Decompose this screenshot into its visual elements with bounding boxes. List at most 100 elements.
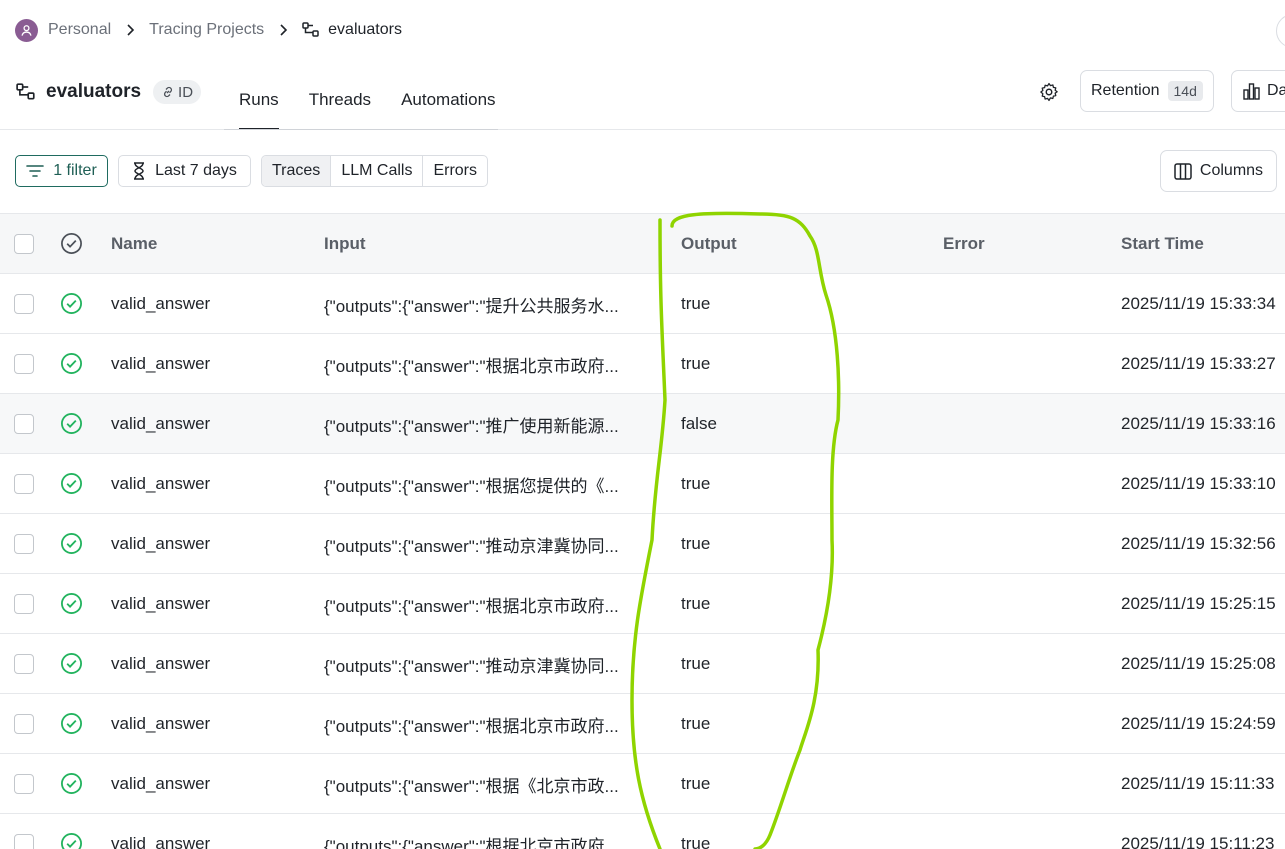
segment-errors[interactable]: Errors [422,156,487,186]
user-menu-button[interactable] [1276,14,1285,48]
run-name-cell: valid_answer [111,534,211,553]
time-range-button[interactable]: Last 7 days [118,155,251,187]
column-header-start-time[interactable]: Start Time [1121,214,1204,274]
select-all-checkbox[interactable] [14,234,34,254]
table-row[interactable]: valid_answer {"outputs":{"answer":"推动京津冀… [0,514,1285,574]
run-error-cell [943,454,1093,514]
table-row[interactable]: valid_answer {"outputs":{"answer":"根据北京市… [0,694,1285,754]
run-error-cell [943,394,1093,454]
run-error-cell [943,754,1093,814]
run-type-segmented-control: Traces LLM Calls Errors [261,155,489,187]
check-circle-icon [61,773,82,794]
table-row[interactable]: valid_answer {"outputs":{"answer":"根据您提供… [0,454,1285,514]
run-input-cell: {"outputs":{"answer":"根据北京市政府... [324,694,652,754]
table-body: valid_answer {"outputs":{"answer":"提升公共服… [0,274,1285,849]
table-row[interactable]: valid_answer {"outputs":{"answer":"提升公共服… [0,274,1285,334]
run-input-cell: {"outputs":{"answer":"推动京津冀协同... [324,634,652,694]
table-row[interactable]: valid_answer {"outputs":{"answer":"根据北京市… [0,334,1285,394]
retention-label: Retention [1091,82,1160,99]
breadcrumb-personal[interactable]: Personal [48,21,111,39]
dashboard-button[interactable]: Da [1231,70,1285,112]
run-output-cell: false [681,414,717,433]
table-row[interactable]: valid_answer {"outputs":{"answer":"根据北京市… [0,574,1285,634]
tabs-divider [224,129,498,130]
run-start-time-cell: 2025/11/19 15:24:59 [1121,714,1276,733]
user-avatar-icon[interactable] [15,18,38,42]
breadcrumb-evaluators: evaluators [328,21,402,38]
run-input-cell: {"outputs":{"answer":"根据北京市政府... [324,574,652,634]
run-input-cell: {"outputs":{"answer":"提升公共服务水... [324,274,652,334]
run-start-time-cell: 2025/11/19 15:33:10 [1121,474,1276,493]
breadcrumb-current: evaluators [302,21,402,39]
run-output-cell: true [681,834,711,849]
run-input-text: {"outputs":{"answer":"推广使用新能源... [324,416,619,436]
column-header-name[interactable]: Name [111,214,157,274]
tab-runs[interactable]: Runs [224,70,294,130]
row-checkbox[interactable] [14,534,34,554]
row-checkbox[interactable] [14,414,34,434]
run-start-time-cell: 2025/11/19 15:33:34 [1121,294,1276,313]
column-header-input[interactable]: Input [324,214,366,274]
row-checkbox[interactable] [14,474,34,494]
tab-threads[interactable]: Threads [294,70,386,130]
breadcrumb-tracing-projects[interactable]: Tracing Projects [149,21,264,39]
run-input-text: {"outputs":{"answer":"根据北京市政府... [324,356,619,376]
table-header: Name Input Output Error Start Time [0,213,1285,274]
run-error-cell [943,694,1093,754]
row-checkbox[interactable] [14,774,34,794]
retention-badge: 14d [1167,81,1203,101]
check-circle-icon [61,413,82,434]
column-header-error[interactable]: Error [943,214,985,274]
run-input-cell: {"outputs":{"answer":"推广使用新能源... [324,394,652,454]
segment-llm-calls[interactable]: LLM Calls [330,156,422,186]
table-row[interactable]: valid_answer {"outputs":{"answer":"推广使用新… [0,394,1285,454]
bar-chart-icon [1243,82,1260,100]
retention-button[interactable]: Retention 14d [1080,70,1214,112]
runs-table: Name Input Output Error Start Time valid… [0,213,1285,849]
time-range-label: Last 7 days [155,162,237,179]
project-tabs: Runs Threads Automations [224,70,511,130]
columns-button[interactable]: Columns [1160,150,1277,192]
run-output-cell: true [681,354,711,373]
row-checkbox[interactable] [14,354,34,374]
run-input-text: {"outputs":{"answer":"推动京津冀协同... [324,656,619,676]
run-name-cell: valid_answer [111,654,211,673]
run-input-text: {"outputs":{"answer":"根据北京市政府... [324,716,619,736]
tab-automations[interactable]: Automations [386,70,511,130]
run-start-time-cell: 2025/11/19 15:32:56 [1121,534,1276,553]
run-output-cell: true [681,774,711,793]
run-input-cell: {"outputs":{"answer":"根据北京市政府... [324,334,652,394]
row-checkbox[interactable] [14,714,34,734]
table-row[interactable]: valid_answer {"outputs":{"answer":"推动京津冀… [0,634,1285,694]
run-output-cell: true [681,534,711,553]
id-label: ID [178,83,194,101]
run-start-time-cell: 2025/11/19 15:25:15 [1121,594,1276,613]
check-circle-icon [61,713,82,734]
breadcrumb: Personal Tracing Projects evaluators [15,18,402,42]
run-input-text: {"outputs":{"answer":"提升公共服务水... [324,296,619,316]
run-name-cell: valid_answer [111,834,211,849]
table-row[interactable]: valid_answer {"outputs":{"answer":"根据《北京… [0,754,1285,814]
check-circle-icon [61,293,82,314]
run-error-cell [943,574,1093,634]
row-checkbox[interactable] [14,294,34,314]
table-row[interactable]: valid_answer {"outputs":{"answer":"根据北京市… [0,814,1285,849]
row-checkbox[interactable] [14,594,34,614]
columns-icon [1174,162,1192,180]
chevron-right-icon [278,23,288,37]
run-input-cell: {"outputs":{"answer":"根据您提供的《... [324,454,652,514]
project-title: evaluators ID [16,80,202,104]
run-error-cell [943,274,1093,334]
hourglass-icon [134,162,145,180]
run-name-cell: valid_answer [111,594,211,613]
row-checkbox[interactable] [14,834,34,849]
row-checkbox[interactable] [14,654,34,674]
filter-button[interactable]: 1 filter [15,155,108,187]
column-header-output[interactable]: Output [681,214,737,274]
copy-id-button[interactable]: ID [153,80,202,104]
run-name-cell: valid_answer [111,354,211,373]
gear-icon[interactable] [1038,81,1060,103]
segment-traces[interactable]: Traces [262,156,331,186]
chevron-right-icon [125,23,135,37]
link-icon [164,86,173,98]
